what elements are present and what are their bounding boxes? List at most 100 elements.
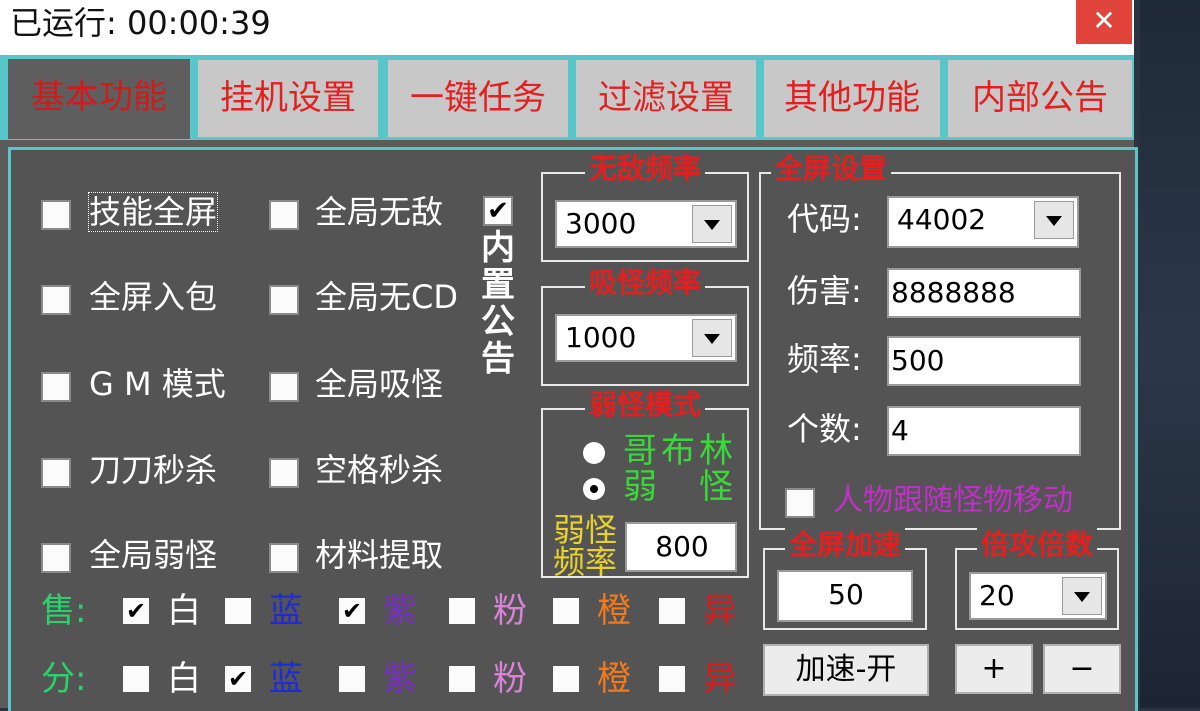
chevron-down-icon[interactable] <box>692 319 732 357</box>
plus-button[interactable]: + <box>955 644 1033 694</box>
split-checkbox-2[interactable] <box>339 666 365 692</box>
invincible-freq-select[interactable]: 3000 <box>555 200 737 248</box>
tab-internal-notice[interactable]: 内部公告 <box>948 60 1132 137</box>
sell-checkbox-2[interactable]: ✔ <box>339 598 365 624</box>
multiplier-select[interactable]: 20 <box>969 572 1107 620</box>
one-hit-kill-checkbox[interactable] <box>41 458 71 488</box>
sell-quality-label: 橙 <box>597 591 631 631</box>
damage-label: 伤害: <box>787 272 862 310</box>
follow-monster-checkbox[interactable] <box>785 488 815 518</box>
global-lure-checkbox[interactable] <box>269 372 299 402</box>
client-area: 基本功能 挂机设置 一键任务 过滤设置 其他功能 内部公告 技能全屏 全局无敌 … <box>0 55 1138 711</box>
split-quality-label: 紫 <box>383 659 417 699</box>
global-weak-checkbox[interactable] <box>41 543 71 573</box>
count-label: 个数: <box>787 410 862 448</box>
global-invincible-checkbox[interactable] <box>269 200 299 230</box>
split-checkbox-3[interactable] <box>449 666 475 692</box>
split-quality-label: 白 <box>167 659 201 699</box>
sell-quality-label: 粉 <box>493 591 527 631</box>
code-label: 代码: <box>787 200 862 238</box>
fullscreen-settings-group: 全屏设置 代码: 44002 伤害: 8888888 频率: 500 个数: 4… <box>759 152 1121 530</box>
gm-mode-checkbox[interactable] <box>41 372 71 402</box>
multiplier-group: 倍攻倍数 20 <box>955 528 1119 630</box>
gm-mode-label: G M 模式 <box>89 365 226 403</box>
code-select[interactable]: 44002 <box>887 196 1079 248</box>
sell-quality-label: 紫 <box>383 591 417 631</box>
freq-label: 频率: <box>787 340 862 378</box>
lure-freq-group: 吸怪频率 1000 <box>541 266 749 386</box>
weak-label: 弱 怪 <box>623 467 737 507</box>
one-hit-kill-label: 刀刀秒杀 <box>89 451 218 489</box>
sell-checkbox-5[interactable] <box>659 598 685 624</box>
count-input[interactable]: 4 <box>887 406 1081 456</box>
weak-freq-input[interactable]: 800 <box>625 522 737 572</box>
app-window: 已运行: 00:00:39 ✕ 基本功能 挂机设置 一键任务 过滤设置 其他功能… <box>0 0 1138 711</box>
chevron-down-icon[interactable] <box>692 205 732 243</box>
multiplier-value: 20 <box>979 579 1015 612</box>
code-value: 44002 <box>897 203 987 236</box>
global-weak-label: 全局弱怪 <box>89 536 218 574</box>
space-kill-label: 空格秒杀 <box>315 451 444 489</box>
global-no-cd-checkbox[interactable] <box>269 285 299 315</box>
split-quality-label: 粉 <box>493 659 527 699</box>
invincible-freq-group: 无敌频率 3000 <box>541 152 749 262</box>
split-quality-label: 异 <box>703 659 737 699</box>
fullscreen-settings-title: 全屏设置 <box>771 152 892 185</box>
follow-monster-label: 人物跟随怪物移动 <box>833 483 1073 518</box>
title-bar: 已运行: 00:00:39 ✕ <box>0 0 1134 50</box>
chevron-down-icon[interactable] <box>1034 201 1074 239</box>
lure-freq-title: 吸怪频率 <box>584 266 705 299</box>
sell-checkbox-1[interactable] <box>225 598 251 624</box>
weak-mode-title: 弱怪模式 <box>584 388 705 421</box>
split-label: 分: <box>41 659 87 699</box>
tab-idle-settings[interactable]: 挂机设置 <box>198 60 378 137</box>
global-no-cd-label: 全局无CD <box>315 278 458 316</box>
builtin-notice-char: 告 <box>481 339 515 379</box>
split-checkbox-4[interactable] <box>553 666 579 692</box>
split-checkbox-1[interactable]: ✔ <box>225 666 251 692</box>
speedup-title: 全屏加速 <box>784 528 905 561</box>
sell-quality-label: 蓝 <box>269 591 303 631</box>
invincible-freq-title: 无敌频率 <box>584 152 705 185</box>
sell-checkbox-0[interactable]: ✔ <box>123 598 149 624</box>
material-extract-checkbox[interactable] <box>269 543 299 573</box>
sell-quality-label: 异 <box>703 591 737 631</box>
builtin-notice-char: 公 <box>481 302 515 342</box>
builtin-notice-char: 置 <box>481 265 515 305</box>
builtin-notice-checkbox[interactable]: ✔ <box>483 196 513 226</box>
tab-basic[interactable]: 基本功能 <box>8 59 190 139</box>
split-checkbox-0[interactable] <box>123 666 149 692</box>
split-checkbox-5[interactable] <box>659 666 685 692</box>
weak-radio[interactable] <box>583 478 605 500</box>
chevron-down-icon[interactable] <box>1062 577 1102 615</box>
freq-input[interactable]: 500 <box>887 336 1081 386</box>
speedup-toggle-button[interactable]: 加速-开 <box>763 644 929 696</box>
goblin-radio[interactable] <box>583 442 605 464</box>
multiplier-title: 倍攻倍数 <box>976 528 1097 561</box>
tab-strip: 基本功能 挂机设置 一键任务 过滤设置 其他功能 内部公告 <box>0 55 1134 140</box>
tab-other-functions[interactable]: 其他功能 <box>764 60 940 137</box>
builtin-notice-label: 内置公告 <box>478 230 518 378</box>
speedup-input[interactable]: 50 <box>777 570 913 622</box>
builtin-notice-char: 内 <box>481 228 515 268</box>
fullscreen-pickup-checkbox[interactable] <box>41 285 71 315</box>
sell-checkbox-3[interactable] <box>449 598 475 624</box>
skill-fullscreen-label: 技能全屏 <box>87 192 219 232</box>
fullscreen-pickup-label: 全屏入包 <box>89 278 218 316</box>
close-button[interactable]: ✕ <box>1076 0 1132 44</box>
space-kill-checkbox[interactable] <box>269 458 299 488</box>
skill-fullscreen-checkbox[interactable] <box>41 200 71 230</box>
tab-filter-settings[interactable]: 过滤设置 <box>576 60 756 137</box>
sell-label: 售: <box>41 591 87 631</box>
goblin-label: 哥布林 <box>623 431 737 471</box>
sell-checkbox-4[interactable] <box>553 598 579 624</box>
weak-freq-label-2: 频率 <box>553 543 618 581</box>
global-invincible-label: 全局无敌 <box>315 193 444 231</box>
invincible-freq-value: 3000 <box>565 207 637 240</box>
tab-one-click-task[interactable]: 一键任务 <box>388 60 568 137</box>
minus-button[interactable]: − <box>1043 644 1121 694</box>
basic-panel: 技能全屏 全局无敌 全屏入包 全局无CD G M 模式 全局吸怪 刀刀秒杀 空格… <box>8 147 1138 711</box>
damage-input[interactable]: 8888888 <box>887 268 1081 318</box>
desktop-background <box>1140 0 1200 708</box>
lure-freq-select[interactable]: 1000 <box>555 314 737 362</box>
